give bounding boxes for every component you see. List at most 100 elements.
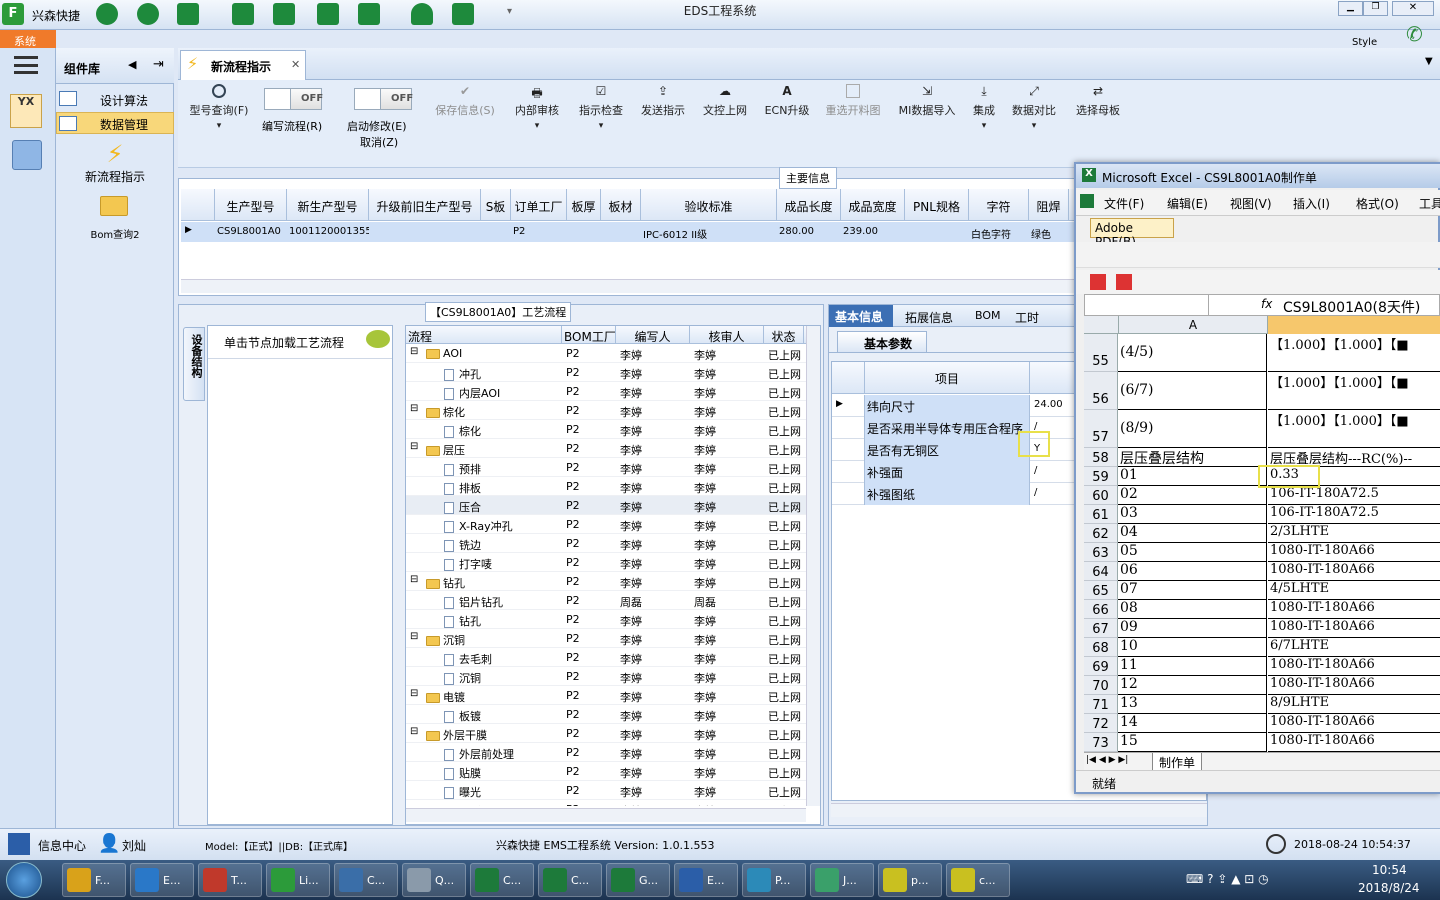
- table-row[interactable]: 电镀 ⊟ P2 李婷 李婷 已上网: [406, 686, 806, 705]
- menu-item[interactable]: 编辑(E): [1167, 195, 1208, 212]
- cell-b[interactable]: 【1.000】【1.000】【■: [1268, 410, 1440, 448]
- cell-b[interactable]: 1080-IT-180A66: [1268, 600, 1440, 619]
- table-row[interactable]: 去毛刺 P2 李婷 李婷 已上网: [406, 648, 806, 667]
- table-row[interactable]: 预排 P2 李婷 李婷 已上网: [406, 458, 806, 477]
- cell-b[interactable]: 4/5LHTE: [1268, 581, 1440, 600]
- cell-b[interactable]: 6/7LHTE: [1268, 638, 1440, 657]
- data-compare-button[interactable]: ⤢ 数据对比 ▾: [1008, 84, 1060, 131]
- taskbar-item[interactable]: P...: [742, 863, 806, 897]
- adobe-pdf-menu[interactable]: Adobe PDF(B): [1090, 218, 1174, 249]
- table-row[interactable]: 显影 P2 李婷 李婷 已上网: [406, 800, 806, 806]
- taskbar-item[interactable]: E...: [674, 863, 738, 897]
- taskbar-item[interactable]: p...: [878, 863, 942, 897]
- cell-a[interactable]: 12: [1118, 676, 1267, 695]
- row-header[interactable]: 56: [1084, 372, 1118, 410]
- table-row[interactable]: 层压 ⊟ P2 李婷 李婷 已上网: [406, 439, 806, 458]
- table-row[interactable]: 曝光 P2 李婷 李婷 已上网: [406, 781, 806, 800]
- table-row[interactable]: 贴膜 P2 李婷 李婷 已上网: [406, 762, 806, 781]
- pdf-mail-icon[interactable]: [1116, 274, 1132, 290]
- cell-b[interactable]: 1080-IT-180A66: [1268, 562, 1440, 581]
- taskbar-item[interactable]: J...: [810, 863, 874, 897]
- cell-b[interactable]: 8/9LHTE: [1268, 695, 1440, 714]
- model-query-button[interactable]: 型号查询(F) ▾: [184, 84, 254, 131]
- cell-a[interactable]: 09: [1118, 619, 1267, 638]
- table-row[interactable]: 棕化 ⊟ P2 李婷 李婷 已上网: [406, 401, 806, 420]
- menu-item[interactable]: 视图(V): [1230, 195, 1272, 212]
- table-row[interactable]: 外层前处理 P2 李婷 李婷 已上网: [406, 743, 806, 762]
- select-template-button[interactable]: ⇄ 选择母板: [1070, 84, 1126, 118]
- cell-b[interactable]: 2/3LHTE: [1268, 524, 1440, 543]
- row-header[interactable]: 61: [1084, 505, 1118, 524]
- name-box[interactable]: [1085, 295, 1209, 315]
- cell-b[interactable]: 1080-IT-180A66: [1268, 676, 1440, 695]
- row-header[interactable]: 64: [1084, 562, 1118, 581]
- process-vscroll[interactable]: [806, 326, 820, 806]
- instruction-check-button[interactable]: ☑ 指示检查 ▾: [572, 84, 630, 131]
- component-data-mgmt[interactable]: 数据管理: [56, 112, 174, 134]
- table-row[interactable]: 打字唛 P2 李婷 李婷 已上网: [406, 553, 806, 572]
- collapse-icon[interactable]: ⊟: [410, 688, 418, 699]
- cell-a[interactable]: 11: [1118, 657, 1267, 676]
- row-header[interactable]: 67: [1084, 619, 1118, 638]
- maximize-button[interactable]: ❐: [1363, 1, 1388, 16]
- taskbar-item[interactable]: C...: [470, 863, 534, 897]
- system-tab[interactable]: 系统: [0, 30, 56, 48]
- table-row[interactable]: 沉铜 P2 李婷 李婷 已上网: [406, 667, 806, 686]
- process-hscroll[interactable]: [406, 808, 806, 822]
- tab-hours[interactable]: 工时: [1015, 309, 1039, 326]
- params-hscroll[interactable]: [831, 803, 1207, 817]
- cell-a[interactable]: 02: [1118, 486, 1267, 505]
- collapse-icon[interactable]: ⊟: [410, 574, 418, 585]
- collapse-icon[interactable]: ⊟: [410, 403, 418, 414]
- tab-extend-info[interactable]: 拓展信息: [905, 309, 953, 326]
- taskbar-item[interactable]: Q...: [402, 863, 466, 897]
- cell-b[interactable]: 106-IT-180A72.5: [1268, 505, 1440, 524]
- cell-a[interactable]: 01: [1118, 467, 1267, 486]
- table-row[interactable]: X-Ray冲孔 P2 李婷 李婷 已上网: [406, 515, 806, 534]
- collapse-icon[interactable]: ⊟: [410, 726, 418, 737]
- ecn-upgrade-button[interactable]: A ECN升级: [758, 84, 816, 118]
- tray-icons[interactable]: ⌨ ? ⇪ ▲ ⊡ ◷: [1186, 872, 1269, 886]
- taskbar-item[interactable]: E...: [130, 863, 194, 897]
- cell-b[interactable]: 1080-IT-180A66: [1268, 543, 1440, 562]
- table-row[interactable]: 铝片钻孔 P2 周磊 周磊 已上网: [406, 591, 806, 610]
- table-row[interactable]: 钻孔 P2 李婷 李婷 已上网: [406, 610, 806, 629]
- collapse-icon[interactable]: ⊟: [410, 346, 418, 357]
- mi-import-button[interactable]: ⇲ MI数据导入: [894, 84, 960, 118]
- clock-date[interactable]: 2018/8/24: [1358, 881, 1420, 895]
- cell-b[interactable]: 【1.000】【1.000】【■: [1268, 372, 1440, 410]
- save-info-button[interactable]: ✔ 保存信息(S): [430, 84, 500, 118]
- menu-item[interactable]: 插入(I): [1293, 195, 1330, 212]
- clock-time[interactable]: 10:54: [1372, 863, 1407, 877]
- info-center-link[interactable]: 信息中心: [38, 837, 86, 854]
- table-row[interactable]: 钻孔 ⊟ P2 李婷 李婷 已上网: [406, 572, 806, 591]
- table-row[interactable]: 棕化 P2 李婷 李婷 已上网: [406, 420, 806, 439]
- tab-close-icon[interactable]: ✕: [291, 58, 300, 71]
- row-header[interactable]: 55: [1084, 334, 1118, 372]
- taskbar-item[interactable]: C...: [538, 863, 602, 897]
- cell-a[interactable]: 13: [1118, 695, 1267, 714]
- cell-a[interactable]: 03: [1118, 505, 1267, 524]
- collapse-icon[interactable]: ⊟: [410, 631, 418, 642]
- table-row[interactable]: 冲孔 P2 李婷 李婷 已上网: [406, 363, 806, 382]
- taskbar-item[interactable]: F...: [62, 863, 126, 897]
- internal-review-button[interactable]: 🖶 内部审核 ▾: [508, 84, 566, 131]
- menu-icon[interactable]: [14, 56, 38, 74]
- close-button[interactable]: ✕: [1392, 1, 1434, 16]
- row-header[interactable]: 73: [1084, 733, 1118, 752]
- table-row[interactable]: 铣边 P2 李婷 李婷 已上网: [406, 534, 806, 553]
- cell-a[interactable]: 08: [1118, 600, 1267, 619]
- taskbar-item[interactable]: T...: [198, 863, 262, 897]
- menu-item[interactable]: 文件(F): [1104, 195, 1144, 212]
- row-header[interactable]: 68: [1084, 638, 1118, 657]
- cell-b[interactable]: 【1.000】【1.000】【■: [1268, 334, 1440, 372]
- row-header[interactable]: 63: [1084, 543, 1118, 562]
- row-header[interactable]: 58: [1084, 448, 1118, 467]
- cancel-label[interactable]: 取消(Z): [360, 134, 398, 150]
- cell-b[interactable]: 1080-IT-180A66: [1268, 619, 1440, 638]
- cell-a[interactable]: 10: [1118, 638, 1267, 657]
- tab-dropdown-icon[interactable]: ▼: [1425, 56, 1433, 67]
- tab-bom[interactable]: BOM: [975, 309, 1001, 322]
- calculator-icon[interactable]: [12, 140, 42, 170]
- cell-a[interactable]: (6/7): [1118, 372, 1267, 410]
